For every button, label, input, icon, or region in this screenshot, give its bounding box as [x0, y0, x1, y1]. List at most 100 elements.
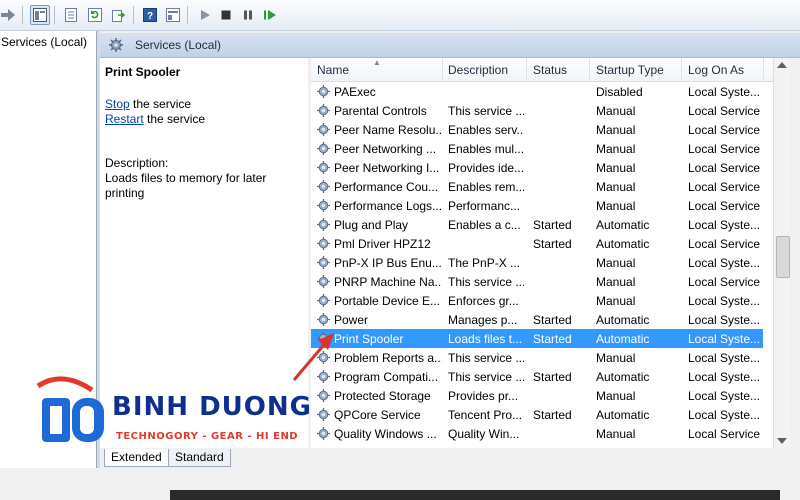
pause-icon[interactable]: [238, 5, 258, 25]
restart-suffix: the service: [143, 112, 206, 126]
cell-log-on-as: Local Service: [688, 104, 761, 118]
toolbar-separator: [54, 6, 55, 24]
cell-startup-type: Manual: [596, 294, 636, 308]
play-icon[interactable]: [195, 5, 215, 25]
restart-icon[interactable]: [260, 5, 280, 25]
cell-name: Power: [334, 313, 369, 327]
table-row[interactable]: PNRP Machine Na... This service ... Manual…: [311, 272, 763, 291]
cell-startup-type: Manual: [596, 275, 636, 289]
table-row[interactable]: Print Spooler Loads files t... Started Auto…: [311, 329, 763, 348]
stop-line: Stop the service: [105, 97, 191, 111]
table-row[interactable]: Peer Networking I... Provides ide... Manua…: [311, 158, 763, 177]
help-icon[interactable]: ?: [140, 5, 160, 25]
cell-log-on-as: Local Service: [688, 237, 761, 251]
restart-service-link[interactable]: Restart: [105, 112, 144, 126]
cell-log-on-as: Local Service: [688, 275, 761, 289]
column-header-log-on-as[interactable]: Log On As: [688, 63, 744, 77]
cell-description: Quality Win...: [448, 427, 520, 441]
table-row[interactable]: Performance Logs... Performanc... Manual Lo…: [311, 196, 763, 215]
table-row[interactable]: Parental Controls This service ... Manual L…: [311, 101, 763, 120]
watermark-logo: BINH DUONG TECHNOGORY - GEAR - HI END: [32, 374, 342, 454]
cell-status: Started: [533, 408, 572, 422]
column-divider[interactable]: [526, 58, 527, 81]
watermark-brand: BINH DUONG: [112, 392, 312, 422]
column-divider[interactable]: [442, 58, 443, 81]
cell-name: Program Compati...: [334, 370, 439, 384]
console-view-icon[interactable]: [30, 5, 50, 25]
table-row[interactable]: Quality Windows ... Quality Win... Manual L…: [311, 424, 763, 443]
cell-description: Loads files t...: [448, 332, 523, 346]
column-header-startup-type[interactable]: Startup Type: [596, 63, 664, 77]
service-gear-icon: [317, 142, 330, 158]
table-row[interactable]: Protected Storage Provides pr... Manual Loc…: [311, 386, 763, 405]
window-edge: [790, 58, 800, 500]
scroll-up-icon[interactable]: [777, 62, 787, 68]
service-gear-icon: [317, 180, 330, 196]
cell-name: Parental Controls: [334, 104, 427, 118]
column-header-status[interactable]: Status: [533, 63, 567, 77]
cell-log-on-as: Local Service: [688, 199, 761, 213]
cell-name: Plug and Play: [334, 218, 409, 232]
table-row[interactable]: Problem Reports a... This service ... Manu…: [311, 348, 763, 367]
description-text: Loads files to memory for later printing: [105, 171, 267, 200]
column-divider[interactable]: [763, 58, 764, 81]
tree-node-services-local[interactable]: Services (Local): [0, 35, 90, 49]
stop-service-link[interactable]: Stop: [105, 97, 130, 111]
table-row[interactable]: PAExec Disabled Local Syste...: [311, 82, 763, 101]
table-row[interactable]: Pml Driver HPZ12 Started Automatic Local Se…: [311, 234, 763, 253]
cell-log-on-as: Local Service: [688, 123, 761, 137]
cell-startup-type: Manual: [596, 389, 636, 403]
table-row[interactable]: Program Compati... This service ... Starte…: [311, 367, 763, 386]
table-row[interactable]: Portable Device E... Enforces gr... Manual…: [311, 291, 763, 310]
cell-name: Performance Logs...: [334, 199, 442, 213]
svg-text:?: ?: [147, 11, 153, 22]
refresh-icon[interactable]: [85, 5, 105, 25]
service-gear-icon: [317, 313, 330, 329]
export-icon[interactable]: [109, 5, 129, 25]
table-row[interactable]: Performance Cou... Enables rem... Manual Lo…: [311, 177, 763, 196]
service-gear-icon: [317, 275, 330, 291]
table-row[interactable]: Peer Networking ... Enables mul... Manual L…: [311, 139, 763, 158]
service-gear-icon: [317, 104, 330, 120]
column-header-description[interactable]: Description: [448, 63, 508, 77]
cell-startup-type: Automatic: [596, 237, 650, 251]
cell-description: Enables serv...: [448, 123, 524, 137]
cell-name: Quality Windows ...: [334, 427, 437, 441]
column-divider[interactable]: [589, 58, 590, 81]
sort-ascending-icon: ▲: [373, 58, 381, 67]
table-row[interactable]: QPCore Service Tencent Pro... Started Autom…: [311, 405, 763, 424]
table-row[interactable]: Power Manages p... Started Automatic Local S…: [311, 310, 763, 329]
watermark-tagline: TECHNOGORY - GEAR - HI END: [116, 431, 299, 442]
scroll-thumb[interactable]: [776, 236, 790, 278]
cell-description: Enables a c...: [448, 218, 521, 232]
service-gear-icon: [317, 218, 330, 234]
show-hide-icon[interactable]: [163, 5, 183, 25]
cell-startup-type: Manual: [596, 351, 636, 365]
cell-log-on-as: Local Syste...: [688, 351, 761, 365]
table-row[interactable]: PnP-X IP Bus Enu... The PnP-X ... Manual Lo…: [311, 253, 763, 272]
properties-icon[interactable]: [61, 5, 81, 25]
toolbar-separator: [133, 6, 134, 24]
cell-name: PAExec: [334, 85, 376, 99]
cell-startup-type: Manual: [596, 427, 636, 441]
column-divider[interactable]: [681, 58, 682, 81]
table-row[interactable]: Peer Name Resolu... Enables serv... Manual…: [311, 120, 763, 139]
scroll-down-icon[interactable]: [777, 438, 787, 444]
table-row[interactable]: Plug and Play Enables a c... Started Automa…: [311, 215, 763, 234]
cell-description: Provides ide...: [448, 161, 524, 175]
cell-startup-type: Automatic: [596, 408, 650, 422]
cell-name: PNRP Machine Na...: [334, 275, 442, 289]
toolbar: ?: [0, 0, 800, 31]
cell-description: This service ...: [448, 370, 524, 384]
cell-startup-type: Disabled: [596, 85, 643, 99]
cell-name: Performance Cou...: [334, 180, 439, 194]
cell-log-on-as: Local Syste...: [688, 313, 761, 327]
column-header-name[interactable]: Name: [317, 63, 349, 77]
cell-name: Peer Networking I...: [334, 161, 440, 175]
cell-startup-type: Manual: [596, 123, 636, 137]
forward-arrow-icon[interactable]: [0, 5, 18, 25]
services-list: ▲ Name Description Status Startup Type L…: [311, 58, 773, 448]
vertical-scrollbar[interactable]: [773, 58, 791, 448]
stop-icon[interactable]: [216, 5, 236, 25]
cell-startup-type: Automatic: [596, 370, 650, 384]
